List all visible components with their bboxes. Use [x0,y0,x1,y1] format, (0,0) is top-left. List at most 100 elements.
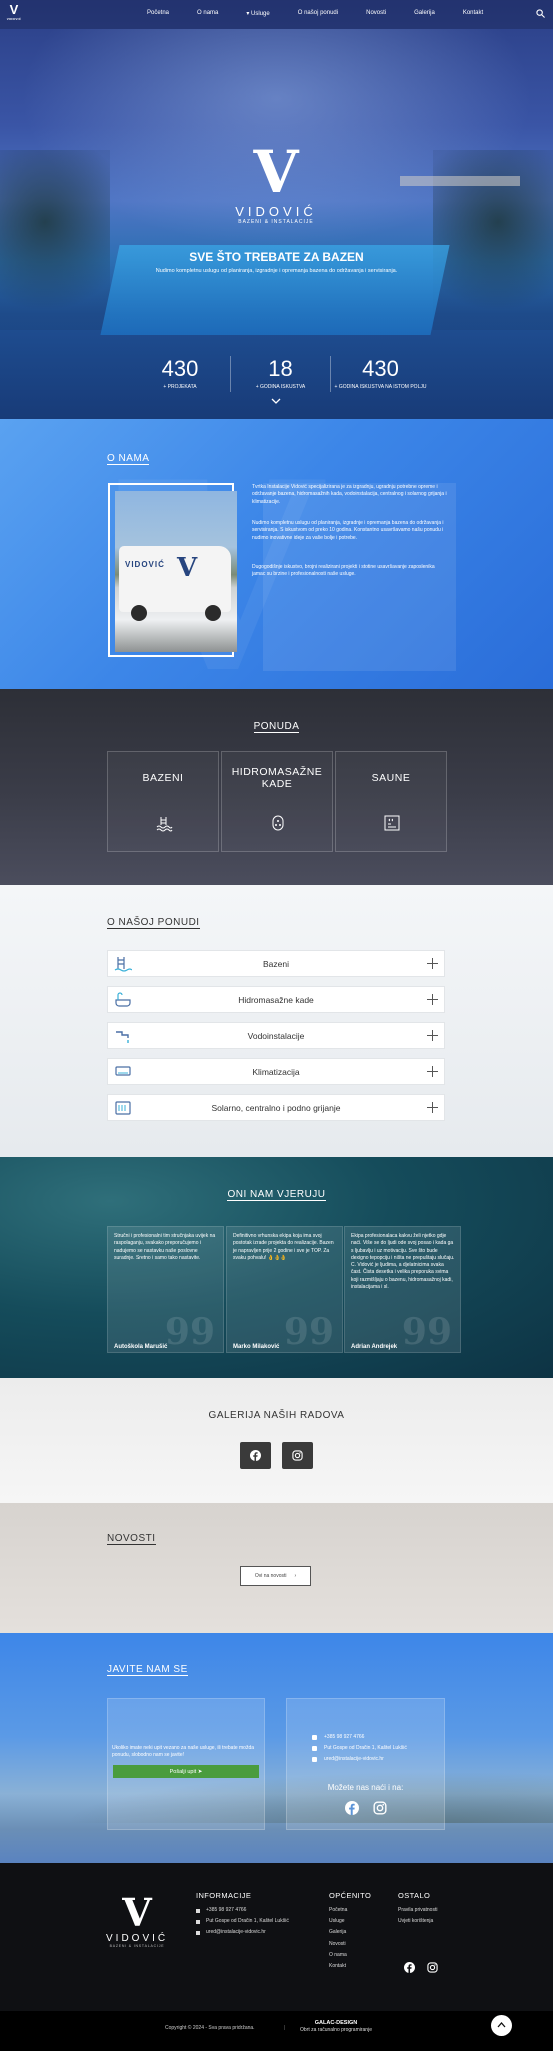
email-icon [196,1931,200,1935]
nav-item-novosti[interactable]: Novosti [366,10,386,17]
o-nasoj-ponudi-section: O NAŠOJ PONUDI Bazeni Hidromasažne kade … [0,885,553,1157]
footer-link[interactable]: Usluge [329,1916,347,1927]
testimonials-title-text: ONI NAM VJERUJU [227,1189,326,1201]
top-navigation: V VIDOVIĆ Početna O nama ▾ Usluge O našo… [0,0,553,29]
about-paragraph: Nudimo kompletnu uslugu od planiranja, i… [252,520,444,541]
footer-link[interactable]: Uvjeti korištenja [398,1916,437,1927]
location-pin-icon [196,1919,200,1924]
scroll-down-chevron-icon[interactable] [271,398,281,404]
gallery-title: GALERIJA NAŠIH RADOVA [0,1410,553,1423]
instagram-icon[interactable] [373,1801,387,1815]
accordion-label: Solarno, centralno i podno grijanje [211,1102,341,1113]
footer-phone[interactable]: +385 98 927 4766 [196,1905,289,1916]
nav-item-o-nama[interactable]: O nama [197,10,218,17]
developer-text: Obrt za računalno programiranje [300,2027,372,2033]
contact-email[interactable]: ured@instalacije-vidovic.hr [312,1756,384,1762]
van-body [119,546,231,612]
footer-link[interactable]: Početna [329,1905,347,1916]
footer-email-text: ured@instalacije-vidovic.hr [206,1929,266,1936]
pool-icon [156,817,173,832]
footer-general-links: Početna Usluge Galerija Novosti O nama K… [329,1905,347,1972]
contact-background-hills [0,1763,553,1823]
chevron-right-icon: › [294,1573,297,1579]
footer-email[interactable]: ured@instalacije-vidovic.hr [196,1927,289,1938]
accordion-grijanje[interactable]: Solarno, centralno i podno grijanje [107,1094,445,1121]
card-saune[interactable]: SAUNE [335,751,447,852]
contact-section: JAVITE NAM SE Ukoliko imate neki upit ve… [0,1633,553,1863]
footer-link[interactable]: Galerija [329,1927,347,1938]
stat-years: 18 + GODINA ISKUSTVA [230,356,330,392]
card-hidromasazne-kade[interactable]: HIDROMASAŽNE KADE [221,751,333,852]
facebook-icon[interactable] [345,1801,359,1815]
footer-info-list: +385 98 927 4766 Put Gospe od Dračin 1, … [196,1905,289,1939]
faucet-icon [116,1031,129,1043]
ponuda-title: PONUDA [0,721,553,734]
heater-icon [115,1101,131,1115]
facebook-button[interactable] [240,1442,271,1469]
about-photo-van: VIDOVIĆ V [115,491,237,652]
plus-icon[interactable] [427,994,438,1005]
footer-logo[interactable]: V VIDOVIĆ BAZENI & INSTALACIJE [106,1893,168,1949]
nav-item-pocetna[interactable]: Početna [147,10,169,17]
about-section: V O NAMA VIDOVIĆ V Tvrtka Instalacije Vi… [0,419,553,689]
plus-icon[interactable] [427,1066,438,1077]
nav-item-usluge[interactable]: ▾ Usluge [246,10,269,17]
novosti-button[interactable]: Ovi na novosti › [240,1566,311,1586]
gallery-title-text: GALERIJA NAŠIH RADOVA [208,1410,345,1421]
ponuda-title-text: PONUDA [253,721,300,733]
onp-title-text: O NAŠOJ PONUDI [107,917,200,929]
hero-title: SVE ŠTO TREBATE ZA BAZEN [189,250,364,264]
hero-logo-sub: BAZENI & INSTALACIJE [238,219,314,225]
ponuda-section: PONUDA BAZENI HIDROMASAŽNE KADE SAUNE [0,689,553,885]
back-to-top-button[interactable] [491,2015,512,2036]
footer-other-title: OSTALO [398,1891,431,1900]
footer-link[interactable]: Kontakt [329,1961,347,1972]
plus-icon[interactable] [427,1030,438,1041]
footer-phone-text: +385 98 927 4766 [206,1907,247,1913]
accordion-bazeni[interactable]: Bazeni [107,950,445,977]
accordion-klimatizacija[interactable]: Klimatizacija [107,1058,445,1085]
testimonial-text: Stručni i profesionalni tim stručnjaka u… [114,1233,216,1261]
footer-link[interactable]: Novosti [329,1939,347,1950]
van-logo-mark: V [177,553,198,583]
novosti-button-label: Ovi na novosti [254,1573,287,1579]
send-inquiry-button[interactable]: Pošalji upit ➤ [113,1765,259,1778]
instagram-icon[interactable] [427,1962,438,1973]
hero-pergola [400,176,520,186]
accordion-hidromasazne-kade[interactable]: Hidromasažne kade [107,986,445,1013]
plus-icon[interactable] [427,958,438,969]
stat-projects: 430 + PROJEKATA [130,356,230,392]
instagram-button[interactable] [282,1442,313,1469]
about-paragraph: Dugogodišnje iskustvo, brojni realiziran… [252,564,435,578]
contact-phone[interactable]: +385 98 927 4766 [312,1734,364,1740]
hero-stats: 430 + PROJEKATA 18 + GODINA ISKUSTVA 430… [130,356,430,392]
accordion-label: Bazeni [263,958,289,969]
onp-title: O NAŠOJ PONUDI [107,917,200,930]
footer-link[interactable]: Pravila privatnosti [398,1905,437,1916]
accordion-vodoinstalacije[interactable]: Vodoinstalacije [107,1022,445,1049]
stat-years-field: 430 + GODINA ISKUSTVA NA ISTOM POLJU [330,356,430,392]
copyright: Copyright © 2024 - Sva prava pridržana. [165,2025,255,2031]
testimonial-author: Marko Milaković [233,1344,280,1350]
hero-logo: V VIDOVIĆ BAZENI & INSTALACIJE [226,142,326,238]
nav-item-galerija[interactable]: Galerija [414,10,435,17]
nav-item-o-nasoj-ponudi[interactable]: O našoj ponudi [298,10,338,17]
card-bazeni[interactable]: BAZENI [107,751,219,852]
nav-item-kontakt[interactable]: Kontakt [463,10,483,17]
testimonial-text: Definitivno vrhunska ekipa koja ima svoj… [233,1233,334,1261]
nav-logo[interactable]: V VIDOVIĆ [6,3,22,25]
search-icon[interactable] [536,9,545,18]
contact-address: Put Gospe od Dračin 1, Kaštel Lukšić [312,1745,407,1751]
developer-credit[interactable]: GALAC-DESIGN Obrt za računalno programir… [300,2020,372,2034]
stat-number: 430 [161,356,199,381]
jacuzzi-icon [272,815,284,831]
location-pin-icon [312,1745,317,1751]
accordion-label: Vodoinstalacije [247,1030,305,1041]
facebook-icon[interactable] [404,1962,415,1973]
card-title: HIDROMASAŽNE KADE [231,766,323,790]
novosti-section: NOVOSTI Ovi na novosti › [0,1503,553,1633]
footer-link[interactable]: O nama [329,1950,347,1961]
van-wheel [205,605,221,621]
plus-icon[interactable] [427,1102,438,1113]
footer-logo-sub: BAZENI & INSTALACIJE [109,1944,165,1948]
